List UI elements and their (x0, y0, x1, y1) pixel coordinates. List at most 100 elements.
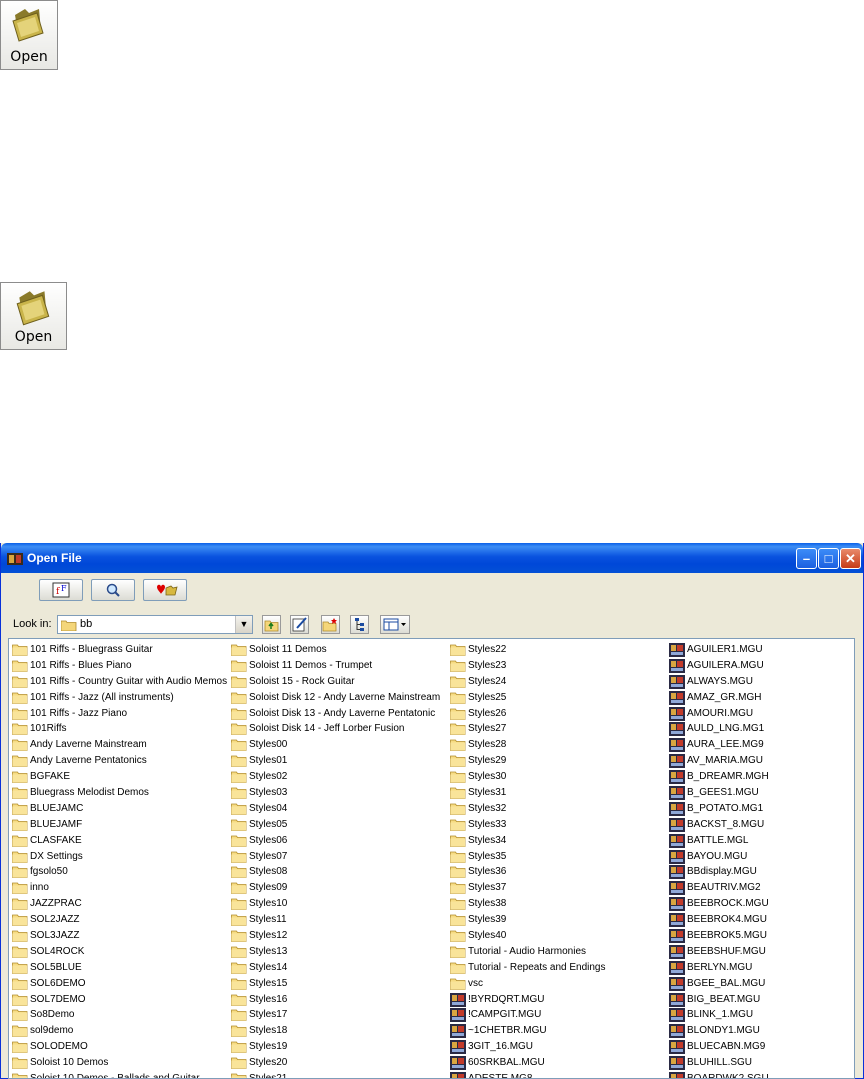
folder-item[interactable]: inno (12, 880, 227, 896)
folder-item[interactable]: Soloist Disk 13 - Andy Laverne Pentatoni… (231, 706, 440, 722)
folder-item[interactable]: Tutorial - Audio Harmonies (450, 944, 606, 960)
file-item[interactable]: BOARDWK2.SGU (669, 1071, 769, 1078)
font-button[interactable]: f F (39, 579, 83, 601)
maximize-button[interactable]: □ (818, 548, 839, 569)
file-item[interactable]: ALWAYS.MGU (669, 674, 769, 690)
folder-item[interactable]: Styles29 (450, 753, 606, 769)
up-folder-button[interactable] (262, 615, 281, 634)
folder-item[interactable]: Soloist Disk 12 - Andy Laverne Mainstrea… (231, 690, 440, 706)
folder-item[interactable]: Styles37 (450, 880, 606, 896)
folder-item[interactable]: Styles25 (450, 690, 606, 706)
folder-item[interactable]: Styles11 (231, 912, 440, 928)
file-item[interactable]: AMOURI.MGU (669, 706, 769, 722)
folder-item[interactable]: Styles09 (231, 880, 440, 896)
file-item[interactable]: B_POTATO.MG1 (669, 801, 769, 817)
edit-button[interactable] (290, 615, 309, 634)
title-bar[interactable]: Open File – □ ✕ (1, 543, 863, 573)
file-item[interactable]: !BYRDQRT.MGU (450, 992, 606, 1008)
view-menu-button[interactable] (380, 615, 410, 634)
folder-item[interactable]: Styles22 (450, 642, 606, 658)
folder-item[interactable]: SOL4ROCK (12, 944, 227, 960)
folder-item[interactable]: SOL3JAZZ (12, 928, 227, 944)
folder-item[interactable]: Styles27 (450, 721, 606, 737)
file-item[interactable]: BEEBROK5.MGU (669, 928, 769, 944)
search-button[interactable] (91, 579, 135, 601)
new-folder-button[interactable] (321, 615, 340, 634)
folder-item[interactable]: SOL6DEMO (12, 976, 227, 992)
folder-item[interactable]: 101 Riffs - Jazz (All instruments) (12, 690, 227, 706)
folder-item[interactable]: Styles38 (450, 896, 606, 912)
minimize-button[interactable]: – (796, 548, 817, 569)
file-item[interactable]: BEEBSHUF.MGU (669, 944, 769, 960)
folder-item[interactable]: Soloist 11 Demos - Trumpet (231, 658, 440, 674)
folder-item[interactable]: 101 Riffs - Jazz Piano (12, 706, 227, 722)
folder-item[interactable]: Styles26 (450, 706, 606, 722)
folder-item[interactable]: Styles36 (450, 864, 606, 880)
file-item[interactable]: AURA_LEE.MG9 (669, 737, 769, 753)
folder-item[interactable]: SOL7DEMO (12, 992, 227, 1008)
folder-item[interactable]: Andy Laverne Pentatonics (12, 753, 227, 769)
file-item[interactable]: B_GEES1.MGU (669, 785, 769, 801)
folder-item[interactable]: Soloist 11 Demos (231, 642, 440, 658)
file-item[interactable]: 60SRKBAL.MGU (450, 1055, 606, 1071)
folder-item[interactable]: 101Riffs (12, 721, 227, 737)
folder-item[interactable]: 101 Riffs - Bluegrass Guitar (12, 642, 227, 658)
folder-item[interactable]: Styles34 (450, 833, 606, 849)
folder-item[interactable]: So8Demo (12, 1007, 227, 1023)
folder-item[interactable]: Tutorial - Repeats and Endings (450, 960, 606, 976)
file-item[interactable]: !CAMPGIT.MGU (450, 1007, 606, 1023)
file-item[interactable]: B_DREAMR.MGH (669, 769, 769, 785)
folder-item[interactable]: Styles08 (231, 864, 440, 880)
folder-item[interactable]: Styles19 (231, 1039, 440, 1055)
folder-item[interactable]: Styles06 (231, 833, 440, 849)
close-button[interactable]: ✕ (840, 548, 861, 569)
folder-item[interactable]: Styles40 (450, 928, 606, 944)
folder-item[interactable]: Styles03 (231, 785, 440, 801)
look-in-dropdown[interactable]: bb ▼ (57, 615, 253, 634)
folder-item[interactable]: Bluegrass Melodist Demos (12, 785, 227, 801)
folder-item[interactable]: Styles15 (231, 976, 440, 992)
file-item[interactable]: AGUILERA.MGU (669, 658, 769, 674)
folder-item[interactable]: Styles12 (231, 928, 440, 944)
folder-item[interactable]: Styles04 (231, 801, 440, 817)
folder-item[interactable]: Styles17 (231, 1007, 440, 1023)
folder-item[interactable]: vsc (450, 976, 606, 992)
favorites-button[interactable] (143, 579, 187, 601)
folder-item[interactable]: sol9demo (12, 1023, 227, 1039)
folder-item[interactable]: Styles10 (231, 896, 440, 912)
folder-item[interactable]: SOLODEMO (12, 1039, 227, 1055)
file-item[interactable]: BIG_BEAT.MGU (669, 992, 769, 1008)
folder-item[interactable]: Styles01 (231, 753, 440, 769)
folder-item[interactable]: Styles07 (231, 849, 440, 865)
folder-item[interactable]: Soloist 10 Demos (12, 1055, 227, 1071)
open-button[interactable]: Open (0, 282, 67, 350)
folder-item[interactable]: 101 Riffs - Country Guitar with Audio Me… (12, 674, 227, 690)
folder-item[interactable]: Styles39 (450, 912, 606, 928)
folder-item[interactable]: Styles24 (450, 674, 606, 690)
file-item[interactable]: AULD_LNG.MG1 (669, 721, 769, 737)
folder-item[interactable]: JAZZPRAC (12, 896, 227, 912)
folder-item[interactable]: Styles21 (231, 1071, 440, 1078)
folder-item[interactable]: fgsolo50 (12, 864, 227, 880)
folder-item[interactable]: Styles32 (450, 801, 606, 817)
file-item[interactable]: BLUECABN.MG9 (669, 1039, 769, 1055)
file-item[interactable]: BGEE_BAL.MGU (669, 976, 769, 992)
folder-item[interactable]: Styles00 (231, 737, 440, 753)
file-item[interactable]: ADESTE.MG8 (450, 1071, 606, 1078)
folder-item[interactable]: SOL5BLUE (12, 960, 227, 976)
folder-item[interactable]: Styles05 (231, 817, 440, 833)
folder-item[interactable]: 101 Riffs - Blues Piano (12, 658, 227, 674)
file-item[interactable]: AV_MARIA.MGU (669, 753, 769, 769)
folder-item[interactable]: Styles14 (231, 960, 440, 976)
folder-item[interactable]: CLASFAKE (12, 833, 227, 849)
folder-item[interactable]: Styles28 (450, 737, 606, 753)
folder-item[interactable]: BGFAKE (12, 769, 227, 785)
file-item[interactable]: BEAUTRIV.MG2 (669, 880, 769, 896)
tree-view-button[interactable] (350, 615, 369, 634)
file-item[interactable]: BATTLE.MGL (669, 833, 769, 849)
folder-item[interactable]: Styles30 (450, 769, 606, 785)
folder-item[interactable]: DX Settings (12, 849, 227, 865)
folder-item[interactable]: BLUEJAMC (12, 801, 227, 817)
file-item[interactable]: 3GIT_16.MGU (450, 1039, 606, 1055)
file-item[interactable]: BERLYN.MGU (669, 960, 769, 976)
